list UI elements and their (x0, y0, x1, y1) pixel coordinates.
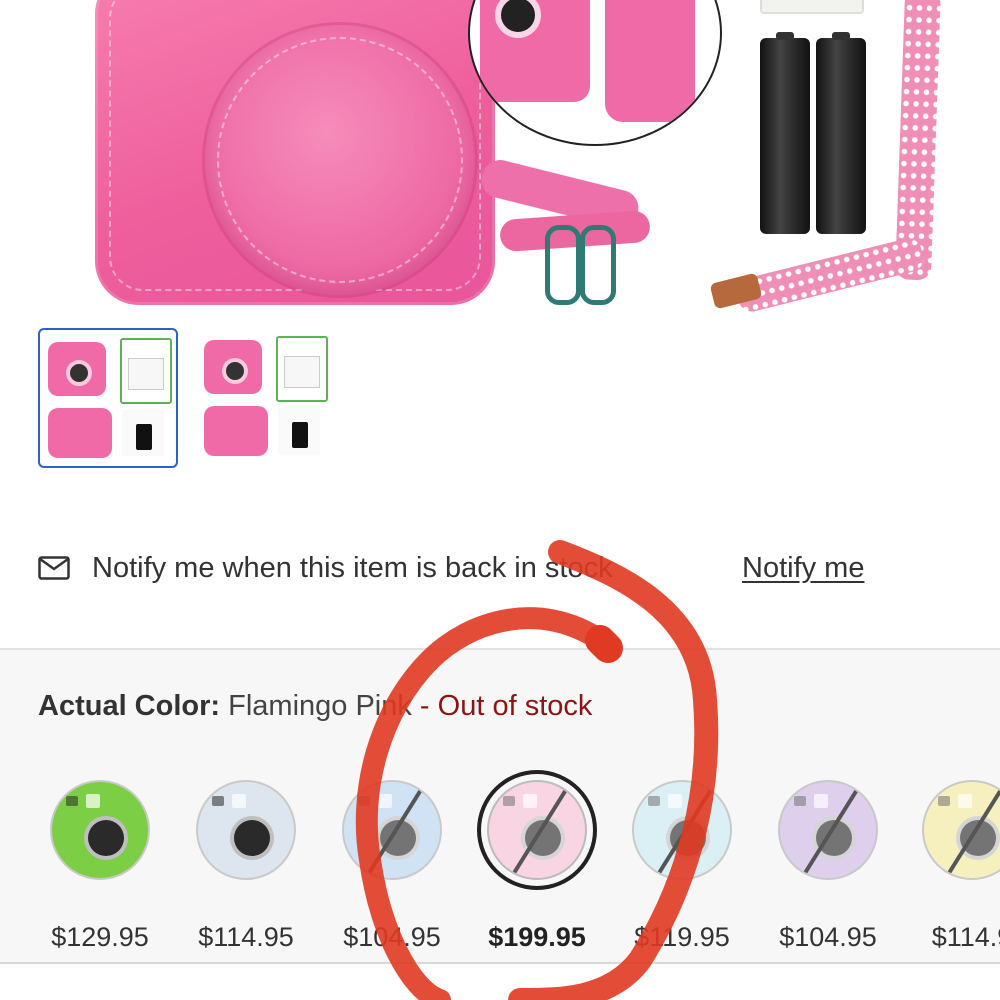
viewfinder-detail (232, 794, 246, 808)
battery (760, 32, 810, 234)
camera-lens-icon (230, 816, 274, 860)
separator: - (411, 690, 438, 722)
swatch-price[interactable]: $129.95 (30, 922, 170, 953)
swatch-price[interactable]: $104.95 (758, 922, 898, 953)
strap-clip (580, 225, 616, 305)
viewfinder-detail (86, 794, 100, 808)
thumbnail-1[interactable] (38, 328, 178, 468)
swatch-price[interactable]: $199.95 (467, 922, 607, 953)
unavailable-overlay (924, 782, 1000, 878)
swatch-price[interactable]: $104.95 (322, 922, 462, 953)
detail-zoom-circle (468, 0, 722, 146)
strap-clip (545, 225, 581, 305)
swatch-price[interactable]: $114.95 (176, 922, 316, 953)
color-swatch[interactable] (50, 780, 150, 880)
thumbnail-2[interactable] (196, 328, 332, 464)
product-image[interactable] (0, 0, 1000, 320)
notify-me-link[interactable]: Notify me (742, 552, 864, 585)
mail-icon (38, 556, 70, 580)
flash-detail (212, 796, 224, 806)
flash-detail (66, 796, 78, 806)
color-swatch[interactable] (922, 780, 1000, 880)
color-swatch[interactable] (196, 780, 296, 880)
notify-row: Notify me when this item is back in stoc… (0, 540, 1000, 600)
swatch-price[interactable]: $114.9 (902, 922, 1000, 953)
accessory-item (760, 0, 864, 14)
color-label: Actual Color: (38, 690, 221, 722)
selected-color-line: Actual Color: Flamingo Pink - Out of sto… (38, 690, 592, 723)
color-swatch[interactable] (487, 780, 587, 880)
wrist-strap (733, 235, 927, 315)
stock-status: Out of stock (437, 690, 593, 722)
color-value: Flamingo Pink (228, 690, 412, 722)
color-swatch[interactable] (342, 780, 442, 880)
notify-message: Notify me when this item is back in stoc… (92, 552, 613, 584)
battery (816, 32, 866, 234)
color-swatch[interactable] (778, 780, 878, 880)
swatch-price[interactable]: $119.95 (612, 922, 752, 953)
case-lens-cover (205, 25, 475, 295)
color-swatch[interactable] (632, 780, 732, 880)
camera-lens-icon (84, 816, 128, 860)
